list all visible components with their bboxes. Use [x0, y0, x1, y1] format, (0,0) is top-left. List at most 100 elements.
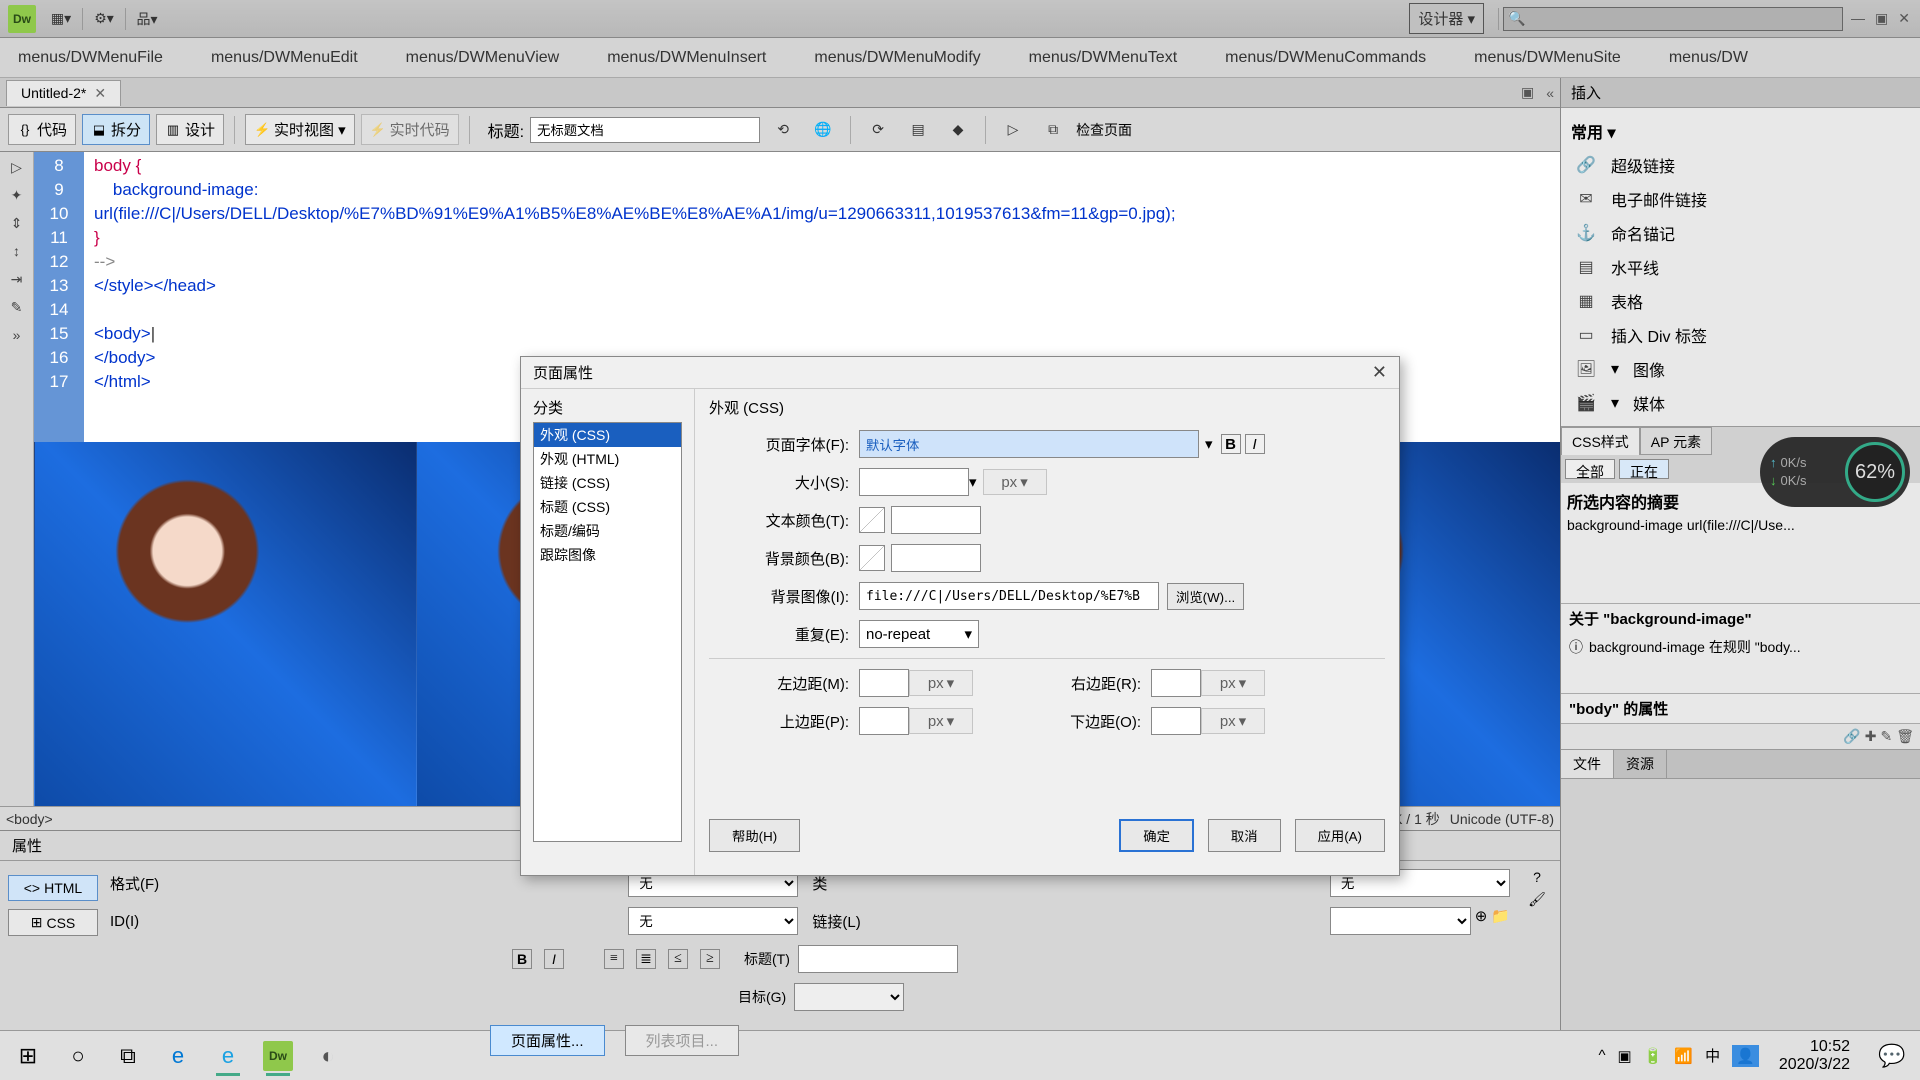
- files-tab[interactable]: 文件: [1561, 750, 1614, 778]
- list-icon[interactable]: ▤: [907, 119, 929, 141]
- menu-modify[interactable]: menus/DWMenuModify: [814, 49, 980, 67]
- menu-view[interactable]: menus/DWMenuView: [406, 49, 560, 67]
- workspace-dropdown[interactable]: 设计器 ▾: [1409, 3, 1484, 34]
- arrow-icon[interactable]: ▷: [6, 156, 28, 178]
- code-nav-icon[interactable]: ◆: [947, 119, 969, 141]
- ime-icon[interactable]: 中: [1705, 1045, 1720, 1066]
- link-icon[interactable]: 🔗: [1843, 728, 1860, 745]
- site-icon[interactable]: 品▾: [136, 8, 158, 30]
- close-icon[interactable]: ✕: [1898, 10, 1910, 27]
- target-icon[interactable]: ⊕: [1475, 907, 1488, 935]
- insert-email-link[interactable]: ✉电子邮件链接: [1561, 182, 1920, 216]
- cortana-icon[interactable]: ○: [56, 1034, 100, 1078]
- chevron-down-icon[interactable]: ▾: [338, 121, 346, 139]
- bold-icon[interactable]: B: [512, 949, 532, 969]
- insert-div[interactable]: ▭插入 Div 标签: [1561, 318, 1920, 352]
- title-attr-input[interactable]: [798, 945, 958, 973]
- italic-icon[interactable]: I: [1245, 434, 1265, 454]
- minimize-icon[interactable]: —: [1851, 10, 1865, 27]
- globe-icon[interactable]: 🌐: [812, 119, 834, 141]
- cat-appearance-css[interactable]: 外观 (CSS): [534, 423, 681, 447]
- assets-tab[interactable]: 资源: [1614, 750, 1667, 778]
- visual-aids-icon[interactable]: ▷: [1002, 119, 1024, 141]
- cat-links-css[interactable]: 链接 (CSS): [534, 471, 681, 495]
- css-current-button[interactable]: 正在: [1619, 459, 1669, 479]
- insert-media[interactable]: 🎬▾ 媒体: [1561, 386, 1920, 420]
- app-icon[interactable]: ◐: [306, 1034, 350, 1078]
- code-view-button[interactable]: {}代码: [8, 114, 76, 145]
- link-select[interactable]: [1330, 907, 1471, 935]
- category-list[interactable]: 外观 (CSS) 外观 (HTML) 链接 (CSS) 标题 (CSS) 标题/…: [533, 422, 682, 842]
- sync-icon[interactable]: ⟲: [772, 119, 794, 141]
- menu-site[interactable]: menus/DWMenuSite: [1474, 49, 1621, 67]
- wand-icon[interactable]: ✦: [6, 184, 28, 206]
- edge-icon[interactable]: e: [156, 1034, 200, 1078]
- dreamweaver-taskbar-icon[interactable]: Dw: [256, 1034, 300, 1078]
- target-select[interactable]: [794, 983, 904, 1011]
- bold-icon[interactable]: B: [1221, 434, 1241, 454]
- split-view-button[interactable]: ⬓拆分: [82, 114, 150, 145]
- ul-icon[interactable]: ≡: [604, 949, 624, 969]
- paint-icon[interactable]: 🖌: [1528, 891, 1546, 908]
- dialog-close-icon[interactable]: ✕: [1372, 362, 1387, 383]
- chevron-down-icon[interactable]: ▾: [1205, 435, 1213, 453]
- html-props-button[interactable]: <>HTML: [8, 875, 98, 901]
- page-font-select[interactable]: [859, 430, 1199, 458]
- insert-hr[interactable]: ▤水平线: [1561, 250, 1920, 284]
- ie-icon[interactable]: e: [206, 1034, 250, 1078]
- wifi-icon[interactable]: 📶: [1674, 1047, 1693, 1065]
- start-button[interactable]: ⊞: [6, 1034, 50, 1078]
- design-view-button[interactable]: ▥设计: [156, 114, 224, 145]
- battery-icon[interactable]: 🔋: [1644, 1047, 1663, 1065]
- apply-button[interactable]: 应用(A): [1295, 819, 1385, 852]
- css-all-button[interactable]: 全部: [1565, 459, 1615, 479]
- bg-color-swatch[interactable]: [859, 545, 885, 571]
- system-monitor-widget[interactable]: 0K/s0K/s 62%: [1760, 437, 1910, 507]
- refresh-icon[interactable]: ⟳: [867, 119, 889, 141]
- id-select[interactable]: 无: [628, 907, 798, 935]
- menu-commands[interactable]: menus/DWMenuCommands: [1225, 49, 1426, 67]
- chevron-down-icon[interactable]: ▾: [969, 473, 977, 491]
- more-icon[interactable]: »: [6, 324, 28, 346]
- bg-color-input[interactable]: [891, 544, 981, 572]
- snippet-icon[interactable]: ✎: [6, 296, 28, 318]
- search-input[interactable]: 🔍: [1503, 7, 1843, 31]
- menu-text[interactable]: menus/DWMenuText: [1029, 49, 1178, 67]
- margin-bottom-input[interactable]: [1151, 707, 1201, 735]
- menu-file[interactable]: menus/DWMenuFile: [18, 49, 163, 67]
- new-rule-icon[interactable]: ✚: [1865, 728, 1877, 745]
- layout-icon[interactable]: ▦▾: [50, 8, 72, 30]
- cat-tracing-image[interactable]: 跟踪图像: [534, 543, 681, 567]
- text-color-swatch[interactable]: [859, 507, 885, 533]
- cancel-button[interactable]: 取消: [1208, 819, 1281, 852]
- insert-image[interactable]: 🖼▾ 图像: [1561, 352, 1920, 386]
- help-icon[interactable]: ?: [1533, 869, 1541, 885]
- indent-icon[interactable]: ⇥: [6, 268, 28, 290]
- insert-hyperlink[interactable]: 🔗超级链接: [1561, 148, 1920, 182]
- system-clock[interactable]: 10:52 2020/3/22: [1779, 1038, 1850, 1074]
- outdent-icon[interactable]: ≤: [668, 949, 688, 969]
- document-title-input[interactable]: [530, 117, 760, 143]
- live-view-button[interactable]: ⚡实时视图▾: [245, 114, 355, 145]
- delete-rule-icon[interactable]: 🗑: [1896, 728, 1914, 745]
- margin-top-input[interactable]: [859, 707, 909, 735]
- menu-more[interactable]: menus/DW: [1669, 49, 1748, 67]
- indent-icon[interactable]: ≥: [700, 949, 720, 969]
- insert-category-dropdown[interactable]: 常用 ▾: [1561, 114, 1920, 148]
- insert-table[interactable]: ▦表格: [1561, 284, 1920, 318]
- margin-left-input[interactable]: [859, 669, 909, 697]
- ol-icon[interactable]: ≣: [636, 949, 656, 969]
- user-icon[interactable]: 👤: [1732, 1045, 1759, 1067]
- edit-rule-icon[interactable]: ✎: [1880, 728, 1892, 745]
- gear-icon[interactable]: ⚙▾: [93, 8, 115, 30]
- css-props-button[interactable]: ⊞CSS: [8, 909, 98, 936]
- insert-anchor[interactable]: ⚓命名锚记: [1561, 216, 1920, 250]
- cat-headings-css[interactable]: 标题 (CSS): [534, 495, 681, 519]
- close-tab-icon[interactable]: ✕: [94, 85, 106, 102]
- cat-appearance-html[interactable]: 外观 (HTML): [534, 447, 681, 471]
- inspect-icon[interactable]: ⧉: [1042, 119, 1064, 141]
- css-styles-tab[interactable]: CSS样式: [1561, 427, 1640, 455]
- expand-icon[interactable]: ↕: [6, 240, 28, 262]
- document-tab[interactable]: Untitled-2* ✕: [6, 80, 121, 106]
- collapse-icon[interactable]: ⇕: [6, 212, 28, 234]
